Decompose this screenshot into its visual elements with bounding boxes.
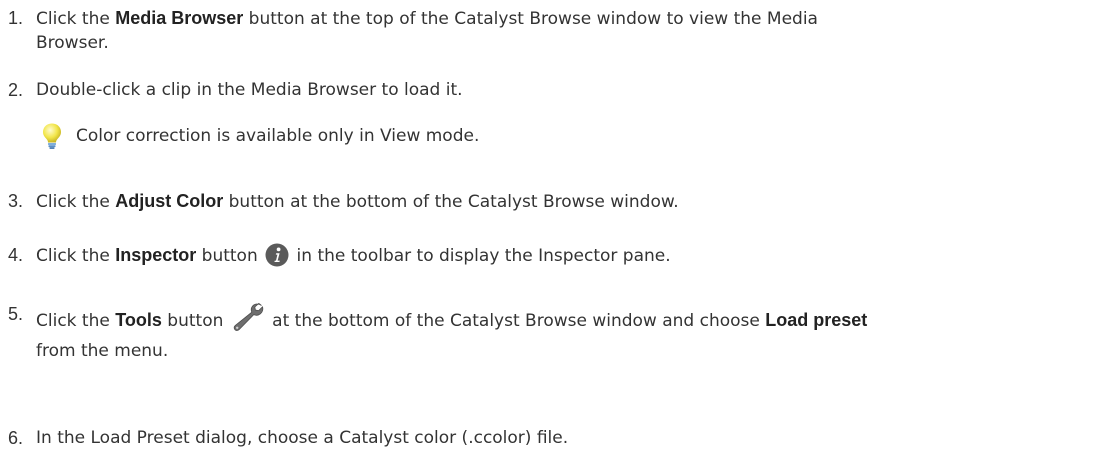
step-number: 3. — [8, 191, 24, 211]
step-text: Click the Adjust Color button at the bot… — [36, 189, 1076, 214]
load-preset-term: Load preset — [765, 310, 868, 330]
tip-text: Color correction is available only in Vi… — [76, 126, 480, 146]
step-text-part: at the bottom of the Catalyst Browse win… — [266, 311, 766, 331]
step-text-part: button — [196, 246, 264, 266]
step-number: 6. — [8, 428, 24, 448]
inspector-term: Inspector — [115, 245, 197, 265]
step-text: In the Load Preset dialog, choose a Cata… — [36, 428, 569, 448]
step-number: 2. — [8, 80, 24, 100]
tip-note: Color correction is available only in Vi… — [40, 122, 940, 150]
step-text-part: Click the — [36, 192, 116, 212]
step-text: Click the Tools button at the bottom of … — [36, 302, 1076, 363]
step-number: 5. — [8, 304, 24, 324]
media-browser-term: Media Browser — [115, 8, 244, 28]
tools-term: Tools — [115, 310, 162, 330]
lightbulb-icon — [40, 122, 64, 150]
wrench-icon — [231, 302, 265, 339]
step-text-part: button — [161, 311, 229, 331]
info-icon — [265, 243, 289, 274]
step-text: Click the Inspector button in the toolba… — [36, 243, 1076, 274]
step-text: Double-click a clip in the Media Browser… — [36, 80, 463, 100]
step-text-part: in the toolbar to display the Inspector … — [291, 246, 671, 266]
step-text-part: button at the bottom of the Catalyst Bro… — [223, 192, 679, 212]
step-text-part: button at the top of the Catalyst Browse… — [243, 9, 818, 29]
step-text: Click the Media Browser button at the to… — [36, 6, 1076, 55]
adjust-color-term: Adjust Color — [115, 191, 224, 211]
step-number: 4. — [8, 245, 24, 265]
step-text-part: Browser. — [36, 33, 109, 53]
step-text-part: Click the — [36, 9, 116, 29]
step-number: 1. — [8, 8, 24, 28]
step-text-part: Click the — [36, 311, 116, 331]
step-text-part: Click the — [36, 246, 116, 266]
step-text-part: from the menu. — [36, 341, 169, 361]
